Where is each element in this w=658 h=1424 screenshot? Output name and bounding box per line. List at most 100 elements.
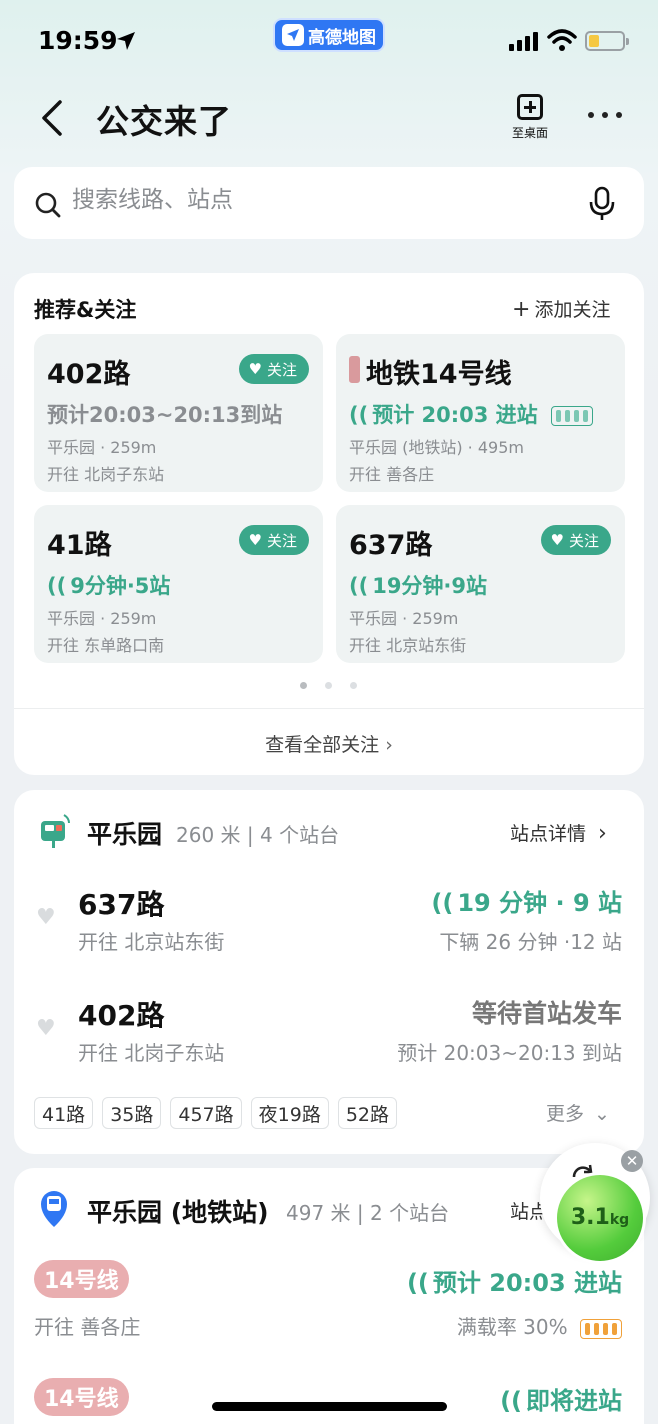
- line-eta: 预计 20:03 进站: [432, 1269, 622, 1297]
- cellular-signal-icon: [509, 32, 538, 51]
- kg-unit: kg: [609, 1212, 630, 1228]
- station-meta: 497 米 | 2 个站台: [286, 1201, 450, 1225]
- add-square-icon: [517, 94, 543, 120]
- follow-badge[interactable]: ♥ 关注: [540, 525, 611, 555]
- follow-tile[interactable]: 41路 ♥ 关注 ((9分钟·5站 平乐园 · 259m 开往 东单路口南: [34, 505, 323, 663]
- line-chip[interactable]: 52路: [337, 1097, 398, 1129]
- back-icon[interactable]: [38, 98, 66, 138]
- tile-line-name: 地铁14号线: [366, 359, 512, 390]
- wifi-icon: [547, 29, 577, 51]
- battery-icon: [585, 31, 629, 51]
- realtime-signal-icon: ((: [500, 1387, 522, 1415]
- tile-eta-row: ((9分钟·5站: [47, 570, 170, 600]
- station-name: 平乐园 (地铁站): [87, 1198, 269, 1227]
- home-indicator[interactable]: [212, 1402, 447, 1411]
- station-detail-link[interactable]: 站点详情 ›: [510, 819, 607, 846]
- follow-tile[interactable]: 637路 ♥ 关注 ((19分钟·9站 平乐园 · 259m 开往 北京站东街: [336, 505, 625, 663]
- heart-icon: ♥: [248, 531, 262, 549]
- follow-label: 关注: [266, 360, 297, 379]
- more-label: 更多: [546, 1103, 585, 1125]
- crowd-level-icon: [580, 1318, 622, 1339]
- search-input[interactable]: [72, 187, 542, 213]
- view-all-label: 查看全部关注: [265, 734, 380, 756]
- tile-eta: 9分钟·5站: [70, 574, 171, 598]
- subway-line-badge[interactable]: 14号线: [34, 1378, 129, 1416]
- divider: [14, 708, 644, 709]
- line-eta-row: ((19 分钟 · 9 站: [431, 883, 622, 918]
- line-name[interactable]: 637路: [78, 883, 164, 923]
- follow-badge[interactable]: ♥ 关注: [238, 525, 309, 555]
- tile-direction: 开往 善各庄: [349, 465, 435, 484]
- follow-tile[interactable]: 402路 ♥ 关注 预计20:03~20:13到站 平乐园 · 259m 开往 北…: [34, 334, 323, 492]
- chevron-down-icon: ⌄: [594, 1103, 610, 1125]
- chevron-right-icon: ›: [385, 734, 393, 756]
- tile-stop: 平乐园 · 259m: [349, 609, 459, 628]
- view-all-follows-link[interactable]: 查看全部关注 ›: [14, 730, 644, 757]
- line-eta-row: ((预计 20:03 进站: [407, 1263, 622, 1298]
- line-eta: 即将进站: [526, 1387, 622, 1415]
- tile-stop: 平乐园 · 259m: [47, 438, 157, 457]
- tile-eta: 预计20:03~20:13到站: [47, 403, 283, 427]
- next-bus-info: 下辆 26 分钟 ·12 站: [439, 930, 622, 954]
- bus-stop-icon: [41, 814, 70, 848]
- carbon-kg-ball[interactable]: 3.1kg: [557, 1175, 643, 1261]
- subway-line-badge[interactable]: 14号线: [34, 1260, 129, 1298]
- chevron-right-icon: ›: [598, 821, 607, 846]
- app-name: 高德地图: [308, 27, 376, 48]
- heart-outline-icon[interactable]: ♥: [36, 1016, 56, 1041]
- tile-eta: 预计 20:03 进站: [372, 403, 538, 427]
- add-follow-label: 添加关注: [534, 299, 611, 321]
- tile-direction: 开往 北京站东街: [349, 636, 467, 655]
- station-meta: 260 米 | 4 个站台: [176, 823, 340, 847]
- line-direction: 开往 北京站东街: [78, 930, 225, 954]
- realtime-signal-icon: ((: [47, 574, 67, 598]
- load-rate: 满载率 30%: [456, 1315, 568, 1339]
- load-rate-row: 满载率 30%: [457, 1311, 622, 1340]
- line-chip[interactable]: 夜19路: [250, 1097, 329, 1129]
- tile-eta-row: ((预计 20:03 进站: [349, 399, 593, 429]
- station-detail-label: 站点详情: [510, 823, 587, 845]
- close-icon[interactable]: ✕: [621, 1150, 643, 1172]
- heart-outline-icon[interactable]: ♥: [36, 905, 56, 930]
- microphone-icon[interactable]: [588, 186, 616, 222]
- tile-line-name: 637路: [349, 530, 433, 561]
- next-bus-info: 预计 20:03~20:13 到站: [397, 1041, 622, 1065]
- heart-icon: ♥: [248, 360, 262, 378]
- crowd-level-icon: [550, 406, 593, 426]
- follow-badge[interactable]: ♥ 关注: [238, 354, 309, 384]
- recommend-title: 推荐&关注: [34, 298, 137, 322]
- app-return-pill[interactable]: 高德地图: [273, 18, 385, 52]
- add-to-desktop-label: 至桌面: [511, 126, 548, 140]
- status-time: 19:59: [38, 26, 118, 55]
- station-name: 平乐园: [87, 820, 163, 849]
- tile-direction: 开往 北岗子东站: [47, 465, 165, 484]
- follow-tile[interactable]: 地铁14号线 ((预计 20:03 进站 平乐园 (地铁站) · 495m 开往…: [336, 334, 625, 492]
- subway-line-color-icon: [349, 356, 360, 383]
- location-arrow-icon: [117, 32, 135, 50]
- line-direction: 开往 善各庄: [34, 1315, 141, 1339]
- page-title: 公交来了: [96, 102, 232, 141]
- more-lines-button[interactable]: 更多 ⌄: [546, 1099, 610, 1126]
- realtime-signal-icon: ((: [431, 889, 454, 917]
- line-eta: 19 分钟 · 9 站: [457, 889, 622, 917]
- line-chip[interactable]: 41路: [34, 1097, 94, 1129]
- amap-logo-icon: [282, 24, 304, 46]
- line-eta-row: ((即将进站: [500, 1381, 622, 1416]
- tile-direction: 开往 东单路口南: [47, 636, 165, 655]
- tile-eta: 19分钟·9站: [372, 574, 488, 598]
- line-name[interactable]: 402路: [78, 994, 164, 1034]
- follow-label: 关注: [266, 531, 297, 550]
- other-lines-chips: 41路 35路 457路 夜19路 52路: [34, 1097, 398, 1129]
- tile-line-name: 402路: [47, 359, 131, 390]
- realtime-signal-icon: ((: [349, 574, 369, 598]
- add-to-desktop-button[interactable]: 至桌面: [508, 94, 552, 141]
- search-icon: [35, 192, 61, 218]
- line-chip[interactable]: 35路: [102, 1097, 162, 1129]
- search-bar[interactable]: [14, 167, 644, 239]
- tile-stop: 平乐园 · 259m: [47, 609, 157, 628]
- add-follow-button[interactable]: + 添加关注: [512, 295, 610, 322]
- more-options-icon[interactable]: [588, 112, 622, 118]
- line-chip[interactable]: 457路: [170, 1097, 242, 1129]
- subway-station-icon: [41, 1191, 67, 1227]
- tile-stop: 平乐园 (地铁站) · 495m: [349, 438, 524, 457]
